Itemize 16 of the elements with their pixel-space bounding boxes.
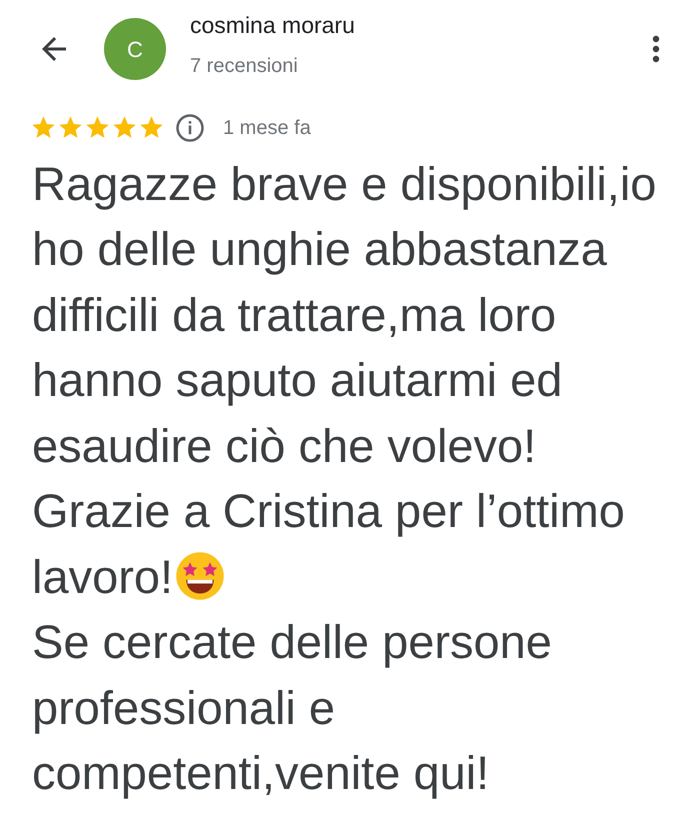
review-text-line: lavoro! — [32, 548, 174, 604]
review-date: 1 mese fa — [223, 116, 311, 140]
reviewer-name[interactable]: cosmina moraru — [190, 8, 652, 42]
review-text-line: Se cercate delle persone — [32, 614, 552, 670]
review-text-line: competenti,venite qui! — [32, 745, 490, 801]
avatar: C — [104, 18, 166, 80]
review-text-line: esaudire ciò che volevo! — [32, 418, 536, 474]
review-text-line: professionali e — [32, 680, 336, 736]
review-text-line: Ragazze brave e disponibili,io — [32, 156, 656, 212]
review-text-line: hanno saputo aiutarmi ed — [32, 352, 562, 408]
review-text-line: difficili da trattare,ma loro — [32, 286, 556, 342]
info-icon[interactable] — [175, 112, 205, 142]
review-text-line: ho delle unghie abbastanza — [32, 221, 607, 277]
more-options-icon[interactable] — [652, 35, 660, 64]
review-count: 7 recensioni — [190, 54, 299, 78]
review-text-line: Grazie a Cristina per l’ottimo — [32, 483, 625, 539]
